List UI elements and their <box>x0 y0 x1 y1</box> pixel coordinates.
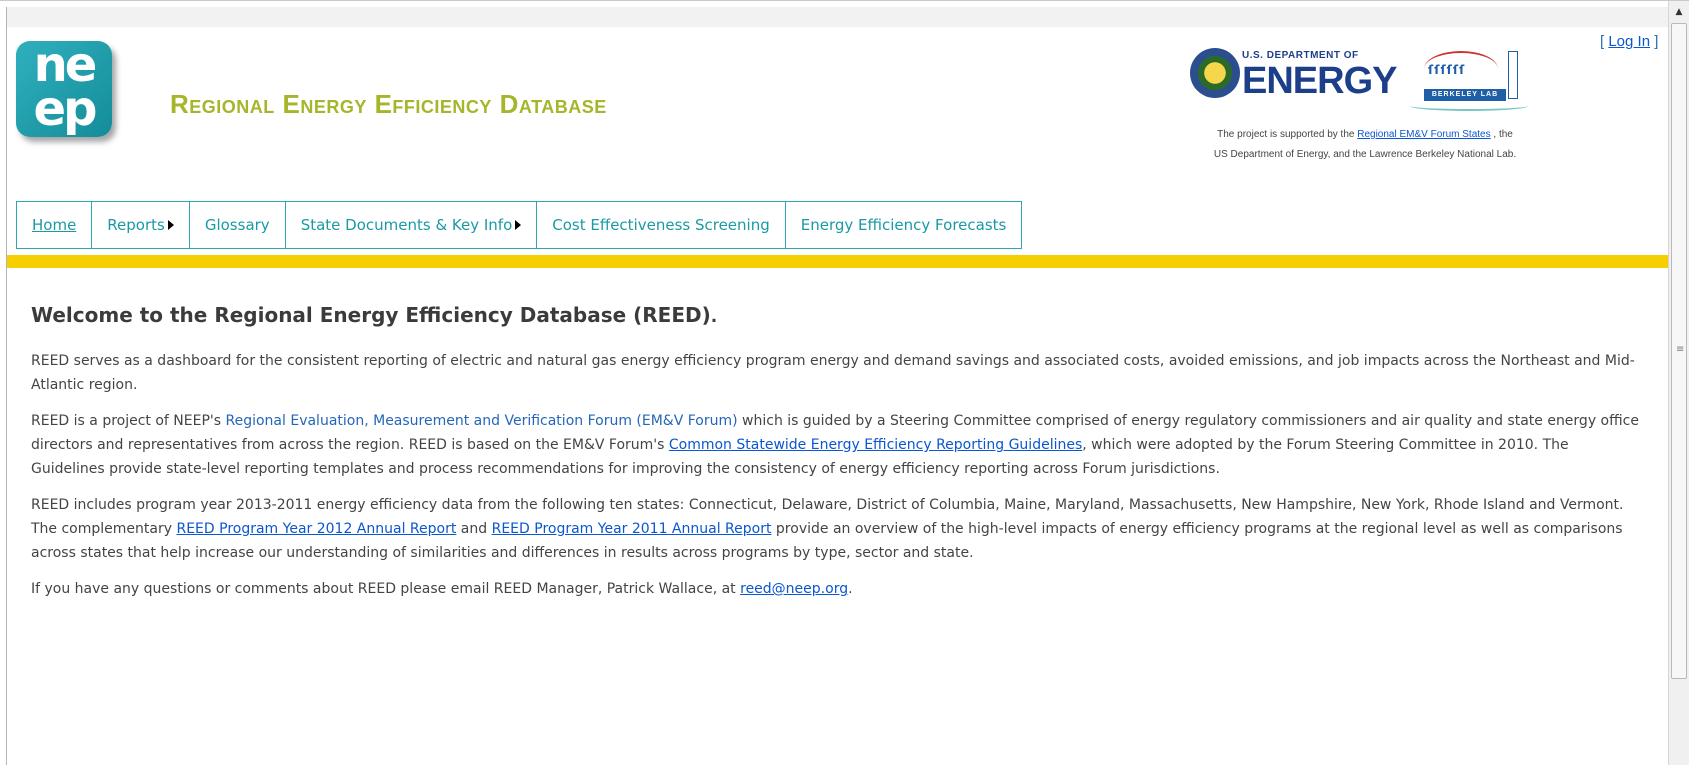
doe-big-text: ENERGY <box>1242 60 1397 102</box>
site-title: Regional Energy Efficiency Database <box>170 89 607 119</box>
berkeley-lab-label: BERKELEY LAB <box>1424 89 1506 101</box>
doe-logo[interactable]: U.S. DEPARTMENT OF ENERGY <box>1190 46 1397 102</box>
emv-forum-link[interactable]: Regional Evaluation, Measurement and Ver… <box>226 413 738 429</box>
nav-state-documents[interactable]: State Documents & Key Info <box>284 201 537 249</box>
top-strip <box>7 7 1668 27</box>
project-paragraph: REED is a project of NEEP's Regional Eva… <box>31 413 1639 477</box>
scroll-up-icon[interactable]: ▲ <box>1672 4 1686 20</box>
forum-states-link[interactable]: Regional EM&V Forum States <box>1357 129 1490 140</box>
submenu-arrow-icon <box>167 220 174 230</box>
report-2012-link[interactable]: REED Program Year 2012 Annual Report <box>176 521 456 537</box>
nav-forecasts[interactable]: Energy Efficiency Forecasts <box>784 201 1023 249</box>
login-link[interactable]: Log In <box>1608 33 1650 50</box>
main-nav: Home Reports Glossary State Documents & … <box>16 201 1023 249</box>
data-paragraph: REED includes program year 2013-2011 ene… <box>31 497 1624 561</box>
nav-cost-effectiveness[interactable]: Cost Effectiveness Screening <box>536 201 785 249</box>
report-2011-link[interactable]: REED Program Year 2011 Annual Report <box>492 521 772 537</box>
vertical-scrollbar[interactable]: ▲ ≡ <box>1668 1 1689 765</box>
email-link[interactable]: reed@neep.org <box>740 581 848 597</box>
nav-reports[interactable]: Reports <box>91 201 189 249</box>
contact-paragraph: If you have any questions or comments ab… <box>31 581 853 597</box>
intro-paragraph: REED serves as a dashboard for the consi… <box>31 353 1635 393</box>
nav-divider-bar <box>7 255 1668 268</box>
grip-icon: ≡ <box>1676 344 1685 355</box>
left-border <box>6 7 7 765</box>
reporting-guidelines-link[interactable]: Common Statewide Energy Efficiency Repor… <box>669 437 1082 453</box>
berkeley-lab-logo[interactable]: ſſſſſſ BERKELEY LAB <box>1410 37 1530 111</box>
main-content: Welcome to the Regional Energy Efficienc… <box>31 303 1641 613</box>
nav-home[interactable]: Home <box>16 201 92 249</box>
berkeley-tower-icon <box>1508 51 1518 99</box>
doe-seal-icon <box>1190 48 1240 98</box>
logo-text: ne ep <box>33 37 98 137</box>
browser-viewport: ne ep Regional Energy Efficiency Database… <box>0 0 1689 765</box>
nav-glossary[interactable]: Glossary <box>188 201 285 249</box>
neep-logo[interactable]: ne ep <box>16 41 112 137</box>
login-area: [ Log In ] <box>1600 33 1659 50</box>
scroll-thumb[interactable]: ≡ <box>1671 23 1687 679</box>
submenu-arrow-icon <box>515 220 522 230</box>
welcome-heading: Welcome to the Regional Energy Efficienc… <box>31 303 718 327</box>
support-text: The project is supported by the Regional… <box>1213 129 1517 160</box>
